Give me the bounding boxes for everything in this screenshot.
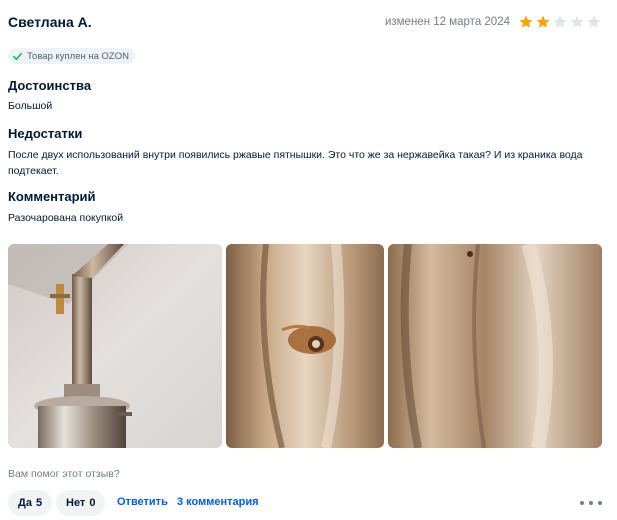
dot <box>589 501 593 505</box>
review-actions: Да 5 Нет 0 Ответить 3 комментария <box>8 490 602 516</box>
dot <box>580 501 584 505</box>
star-empty-icon <box>587 15 601 28</box>
review-date: изменен 12 марта 2024 <box>384 16 510 28</box>
badge-text: Товар куплен на OZON <box>27 50 129 62</box>
pros-title: Достоинства <box>8 78 92 93</box>
vote-yes-label: Да <box>18 497 32 509</box>
star-empty-icon <box>570 15 584 28</box>
pros-text: Большой <box>8 100 53 112</box>
vote-yes-button[interactable]: Да 5 <box>8 490 53 516</box>
comment-text: Разочарована покупкой <box>8 212 124 224</box>
photo-rust-spot-closeup[interactable] <box>226 244 384 448</box>
star-empty-icon <box>553 15 567 28</box>
cons-text: После двух использований внутри появилис… <box>8 149 583 177</box>
helpful-question: Вам помог этот отзыв? <box>8 468 120 480</box>
author-name[interactable]: Светлана А. <box>8 14 92 30</box>
cons-title: Недостатки <box>8 126 83 141</box>
vote-no-button[interactable]: Нет 0 <box>56 490 106 516</box>
verified-purchase-badge: Товар куплен на OZON <box>8 48 135 64</box>
star-filled-icon <box>536 15 550 28</box>
review-photos <box>8 244 602 448</box>
reply-link[interactable]: Ответить <box>117 496 168 508</box>
vote-no-label: Нет <box>66 497 86 509</box>
photo-inner-wall[interactable] <box>388 244 602 448</box>
rating-stars <box>518 14 602 30</box>
comments-link[interactable]: 3 комментария <box>177 496 259 508</box>
star-filled-icon <box>519 15 533 28</box>
dot <box>598 501 602 505</box>
comment-title: Комментарий <box>8 189 96 204</box>
vote-yes-count: 5 <box>35 497 43 509</box>
more-dots-icon[interactable] <box>580 496 602 510</box>
check-icon <box>13 52 22 60</box>
vote-no-count: 0 <box>89 497 96 509</box>
photo-distiller[interactable] <box>8 244 222 448</box>
review-header: Светлана А. изменен 12 марта 2024 <box>8 14 602 32</box>
